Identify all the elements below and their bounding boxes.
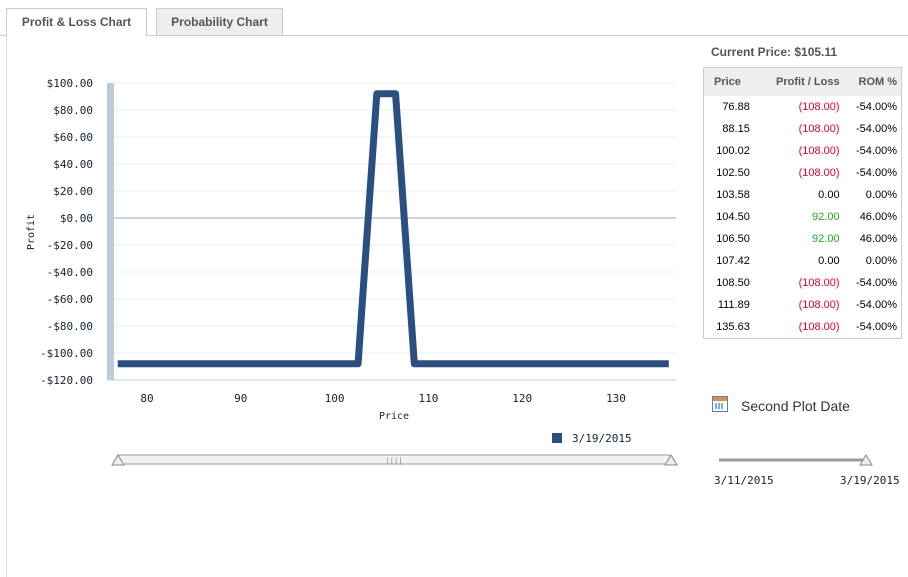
cell-price: 108.50 <box>716 277 750 289</box>
y-tick-label: -$20.00 <box>47 239 93 252</box>
y-tick-label: $20.00 <box>53 185 93 198</box>
y-tick-label: -$80.00 <box>47 320 93 333</box>
second-plot-date-label: Second Plot Date <box>741 398 850 414</box>
table-row: 107.42 0.00 0.00% <box>704 250 902 272</box>
cell-profit-loss: 92.00 <box>812 233 840 245</box>
col-price: Price <box>703 67 760 96</box>
cell-rom: -54.00% <box>856 123 897 135</box>
col-profit-loss: Profit / Loss <box>759 67 844 96</box>
x-tick-label: 80 <box>140 392 153 405</box>
cell-profit-loss: (108.00) <box>798 167 840 179</box>
cell-price: 104.50 <box>716 211 750 223</box>
cell-price: 88.15 <box>722 123 750 135</box>
cell-rom: -54.00% <box>856 299 897 311</box>
cell-profit-loss: (108.00) <box>798 277 840 289</box>
x-tick-label: 90 <box>234 392 247 405</box>
cell-profit-loss: (108.00) <box>798 123 840 135</box>
y-tick-label: $80.00 <box>53 104 93 117</box>
y-tick-label: $40.00 <box>53 158 93 171</box>
y-tick-label: -$100.00 <box>40 347 93 360</box>
x-tick-label: 110 <box>418 392 438 405</box>
cell-rom: 46.00% <box>859 211 897 223</box>
cell-price: 106.50 <box>716 233 750 245</box>
table-row: 102.50 (108.00) -54.00% <box>704 162 902 184</box>
cell-rom: -54.00% <box>856 101 897 113</box>
table-row: 88.15 (108.00) -54.00% <box>704 118 902 140</box>
col-rom: ROM % <box>843 67 902 96</box>
calendar-icon[interactable] <box>712 396 728 412</box>
x-axis-label: Price <box>379 411 409 422</box>
current-price: Current Price: $105.11 <box>711 45 838 59</box>
y-tick-label: -$120.00 <box>40 374 93 387</box>
cell-price: 103.58 <box>716 189 750 201</box>
table-row: 100.02 (108.00) -54.00% <box>704 140 902 162</box>
y-axis-bar <box>107 83 114 380</box>
legend-label: 3/19/2015 <box>572 432 632 445</box>
price-table: Price Profit / Loss ROM % 76.88 (108.00) -… <box>703 67 902 339</box>
date-slider-start: 3/11/2015 <box>714 474 774 487</box>
table-row: 108.50 (108.00) -54.00% <box>704 272 902 294</box>
x-tick-label: 120 <box>512 392 532 405</box>
cell-profit-loss: 92.00 <box>812 211 840 223</box>
y-tick-label: $0.00 <box>60 212 93 225</box>
range-grip-icon[interactable]: |||| <box>386 457 403 465</box>
y-tick-label: -$40.00 <box>47 266 93 279</box>
cell-price: 111.89 <box>717 299 750 311</box>
cell-price: 102.50 <box>716 167 750 179</box>
table-row: 106.50 92.00 46.00% <box>704 228 902 250</box>
profit-loss-chart: Profit Price $100.00 $80.00 $60.00 $40.00 $2… <box>26 77 678 466</box>
cell-profit-loss: 0.00 <box>818 189 840 201</box>
table-row: 103.58 0.00 0.00% <box>704 184 902 206</box>
cell-profit-loss: 0.00 <box>818 255 840 267</box>
date-slider[interactable] <box>715 452 885 472</box>
table-row: 76.88 (108.00) -54.00% <box>704 96 902 118</box>
legend-swatch <box>552 433 562 443</box>
cell-profit-loss: (108.00) <box>798 299 840 311</box>
table-row: 135.63 (108.00) -54.00% <box>704 316 902 339</box>
y-tick-label: $100.00 <box>47 77 93 90</box>
cell-profit-loss: (108.00) <box>798 145 840 157</box>
table-row: 111.89 (108.00) -54.00% <box>704 294 902 316</box>
cell-rom: -54.00% <box>856 277 897 289</box>
cell-price: 135.63 <box>716 321 750 333</box>
range-scrollbar[interactable]: |||| <box>111 454 678 466</box>
y-tick-label: -$60.00 <box>47 293 93 306</box>
cell-rom: 0.00% <box>865 189 897 201</box>
y-axis-label: Profit <box>26 214 37 250</box>
cell-price: 76.88 <box>722 101 750 113</box>
cell-price: 100.02 <box>716 145 750 157</box>
cell-rom: 0.00% <box>865 255 897 267</box>
series-line-3-19-2015 <box>117 90 669 368</box>
cell-profit-loss: (108.00) <box>798 321 840 333</box>
cell-price: 107.42 <box>716 255 750 267</box>
cell-profit-loss: (108.00) <box>798 101 840 113</box>
cell-rom: -54.00% <box>856 167 897 179</box>
cell-rom: -54.00% <box>856 145 897 157</box>
cell-rom: -54.00% <box>856 321 897 333</box>
cell-rom: 46.00% <box>859 233 897 245</box>
x-tick-label: 100 <box>325 392 345 405</box>
date-slider-end: 3/19/2015 <box>840 474 900 487</box>
y-tick-label: $60.00 <box>53 131 93 144</box>
table-row: 104.50 92.00 46.00% <box>704 206 902 228</box>
x-tick-label: 130 <box>606 392 626 405</box>
